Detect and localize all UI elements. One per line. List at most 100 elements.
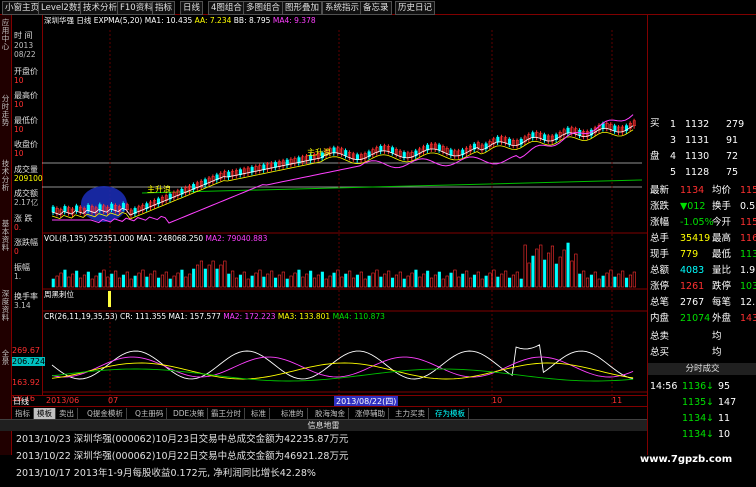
left-tab[interactable]: 技术分析 (0, 160, 11, 192)
timeline-10: 10 (492, 396, 503, 405)
volume-bar (274, 277, 278, 288)
left-tab[interactable]: 全景 (0, 350, 11, 366)
indicator-tab[interactable]: 胶海淘金 (312, 408, 349, 419)
tick-volume: 95 (718, 381, 731, 392)
menu-item[interactable]: 指标 (152, 1, 176, 15)
volume-bar (301, 276, 305, 288)
indicator-tab[interactable]: Q提金模析 (84, 408, 127, 419)
volume-bar (585, 277, 590, 288)
ob-level: 1 (670, 119, 677, 130)
volume-bar (605, 272, 609, 288)
indicator-tab[interactable]: 指标 (12, 408, 34, 419)
volume-bar (289, 275, 293, 288)
quote-value: 779 (680, 249, 699, 260)
indicator-tab[interactable]: 主力买卖 (392, 408, 429, 419)
quote-value: 116 (740, 233, 756, 244)
indicator-tab[interactable]: 涨停辅助 (352, 408, 389, 419)
left-tab[interactable]: 深度资料 (0, 290, 11, 322)
indicator-tab[interactable]: 卖出 (56, 408, 78, 419)
indicator-tab[interactable]: Q主册码 (132, 408, 168, 419)
candle-body (601, 123, 605, 129)
volume-bar (535, 248, 539, 288)
aa-value: AA: 7.234 (194, 16, 232, 25)
turnover-label: 换手率 (14, 292, 38, 301)
volume-bar (133, 275, 137, 288)
open-value: 10 (14, 77, 24, 85)
bb-value: BB: 8.795 (233, 16, 271, 25)
menu-item[interactable]: F10资料 (117, 1, 156, 15)
menu-item[interactable]: 小窗主页 (2, 1, 43, 15)
candle-body (437, 144, 441, 151)
volume-bar (188, 273, 192, 288)
indicator-tab[interactable]: 标准 (248, 408, 270, 419)
volume-bar (441, 278, 445, 288)
cr-value: CR: 111.355 (119, 312, 167, 321)
volume-bar (593, 271, 597, 288)
stock-name[interactable]: 深圳华强 日线 (44, 16, 91, 25)
left-tab[interactable]: 应用中心 (0, 19, 11, 51)
change-label: 涨 跌 (14, 214, 33, 223)
candle-body (75, 205, 79, 212)
indicator-tab[interactable]: 存为模板 (432, 408, 469, 419)
quote-value: 2767 (680, 297, 705, 308)
volume-bar (67, 276, 71, 288)
quote-value: 115 (740, 217, 756, 228)
volume-bar (86, 271, 90, 288)
ticks-title[interactable]: 分时成交 (648, 363, 756, 375)
menu-item[interactable]: 技术分析 (80, 1, 121, 15)
indicator-tab[interactable]: 标准的 (278, 408, 308, 419)
ma4-value: MA4: 9.378 (272, 16, 316, 25)
volume-bar (293, 272, 297, 288)
volume-bar (601, 275, 605, 288)
left-tab[interactable]: 分时走势 (0, 95, 11, 127)
news-item-3[interactable]: 2013/10/17 2013年1-9月每股收益0.172元, 净利润同比增长4… (16, 468, 316, 480)
volume-bar (94, 275, 98, 288)
indicator-tab[interactable]: 模板 (34, 408, 56, 419)
tick-volume: 10 (718, 429, 731, 440)
volume-bar (55, 275, 59, 288)
high-label: 最高价 (14, 91, 38, 100)
volume-bar (98, 272, 102, 288)
volume-bar (180, 269, 184, 288)
candle-body (390, 147, 395, 153)
volume-bar (196, 264, 200, 288)
menu-item[interactable]: 日线 (180, 1, 204, 15)
vol-pane-header: VOL(8,135) 252351.000 MA1: 248068.250 MA… (44, 234, 267, 244)
close-value: 10 (14, 150, 24, 158)
quote-value: ▼012 (680, 201, 706, 212)
quote-key: 最新 (650, 185, 670, 196)
info-mine-title[interactable]: 信息地雷 (0, 420, 647, 431)
cr-axis-3: 163.92 (12, 378, 40, 387)
menu-item[interactable]: 备忘录 (360, 1, 392, 15)
kline-chart-area[interactable]: 主升浪 主升浪 深圳华强 日线 EXPMA(5,20) MA1: 10.435 … (42, 15, 647, 407)
volume-bar (617, 273, 621, 288)
news-item-2[interactable]: 2013/10/22 深圳华强(000062)10月22日交易中总成交金额为46… (16, 451, 348, 463)
menu-item[interactable]: 4图组合 (208, 1, 245, 15)
volume-label: 成交量 (14, 165, 38, 174)
menu-item[interactable]: 多图组合 (243, 1, 284, 15)
tick-price: 1135 (682, 397, 707, 408)
quote-key: 总额 (650, 265, 670, 276)
time-label: 时 间 (14, 31, 33, 40)
tick-volume: 147 (718, 397, 737, 408)
menu-item[interactable]: 系统指示 (322, 1, 363, 15)
left-tab[interactable]: 基本资料 (0, 220, 11, 252)
vol-ma2: MA2: 79040.883 (205, 234, 268, 243)
news-item-1[interactable]: 2013/10/23 深圳华强(000062)10月23日交易中总成交金额为42… (16, 434, 348, 446)
menu-item[interactable]: 历史日记 (395, 1, 436, 15)
volume-bar (554, 263, 558, 288)
menu-item[interactable]: 图形叠加 (282, 1, 323, 15)
indicator-tab[interactable]: 霸王分时 (208, 408, 245, 419)
volume-bar (379, 276, 383, 288)
volume-bar (558, 256, 562, 288)
volume-bar (488, 272, 492, 288)
cr-pane-header: CR(26,11,19,35,53) CR: 111.355 MA1: 157.… (44, 312, 385, 322)
quote-key: 均 (712, 347, 722, 358)
indicator-tab[interactable]: DDE决策 (170, 408, 209, 419)
quote-value: 103 (740, 281, 756, 292)
timeline-2013-06: 2013/06 (46, 396, 80, 405)
volume-bar (235, 277, 239, 288)
vol-ma1: MA1: 248068.250 (136, 234, 204, 243)
volume-bar (312, 277, 317, 288)
volume-bar (383, 273, 387, 288)
